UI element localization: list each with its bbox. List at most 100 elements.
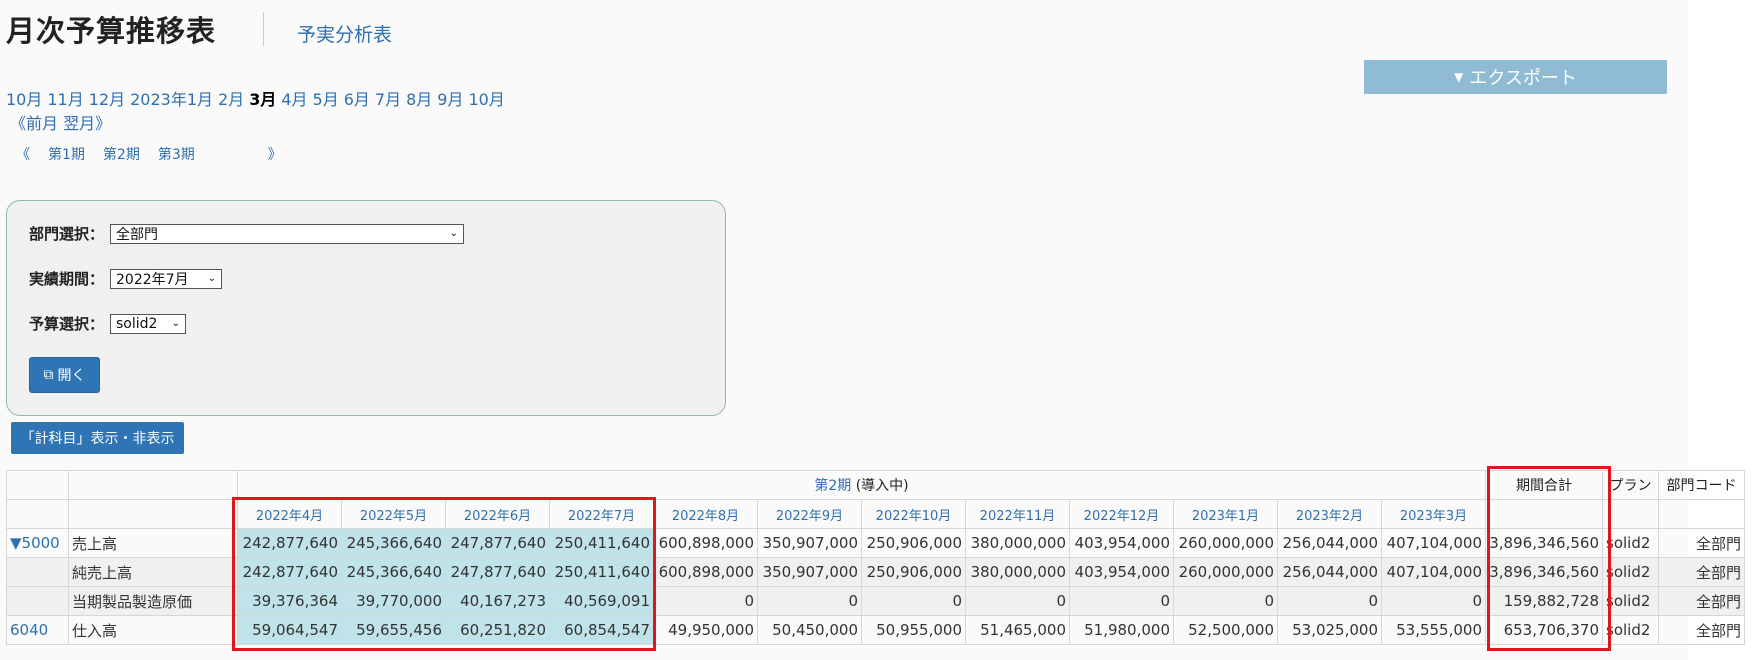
month-navigation: 10月 11月 12月 2023年1月 2月 3月 4月 5月 6月 7月 8月 9月 10月 (6, 86, 510, 110)
budget-value: solid2 (116, 315, 158, 332)
dept-code-cell: 全部門 (1658, 528, 1745, 558)
month-header[interactable]: 2022年12月 (1069, 499, 1174, 529)
account-code[interactable]: ▼5000 (6, 528, 69, 558)
export-button[interactable]: ▼ エクスポート (1364, 60, 1667, 94)
caret-down-icon: ▼ (1454, 70, 1464, 84)
month-header[interactable]: 2022年9月 (757, 499, 862, 529)
actual-period-row: 実績期間： 2022年7月 ⌄ (29, 268, 223, 289)
prev-month-link[interactable]: 《前月 (10, 114, 58, 133)
period-link[interactable]: 第3期 (158, 147, 195, 163)
month-value-cell: 50,450,000 (757, 615, 862, 645)
actual-period-label: 実績期間： (29, 270, 105, 288)
actual-period-value: 2022年7月 (116, 271, 189, 288)
department-value: 全部門 (116, 226, 159, 243)
month-header[interactable]: 2023年3月 (1381, 499, 1486, 529)
month-value-cell: 407,104,000 (1381, 557, 1486, 587)
toggle-subtotal-button[interactable]: 「計科目」表示・非表示 (11, 422, 184, 454)
month-value-cell: 60,854,547 (549, 615, 654, 645)
budget-table: 第2期 (導入中) 期間合計 プラン 部門コード 2022年4月 2022年5月… (6, 470, 1745, 645)
account-code (6, 557, 69, 587)
plan-cell: solid2 (1602, 586, 1659, 616)
month-header[interactable]: 2022年11月 (965, 499, 1070, 529)
header-blank (1602, 499, 1659, 529)
next-month-link[interactable]: 翌月》 (63, 114, 111, 133)
month-value-cell: 250,906,000 (861, 557, 966, 587)
table-row: 純売上高 242,877,640 245,366,640 247,877,640 250… (6, 557, 1745, 587)
month-header[interactable]: 2023年2月 (1277, 499, 1382, 529)
month-value-cell: 0 (1381, 586, 1486, 616)
budget-label: 予算選択： (29, 315, 105, 333)
month-header[interactable]: 2022年10月 (861, 499, 966, 529)
month-link[interactable]: 9月 (437, 90, 463, 109)
month-link[interactable]: 10月 (468, 90, 504, 109)
period-total-cell: 653,706,370 (1485, 615, 1603, 645)
period-total-cell: 3,896,346,560 (1485, 528, 1603, 558)
header-blank (1485, 499, 1603, 529)
budget-row: 予算選択： solid2 ⌄ (29, 313, 187, 334)
month-header[interactable]: 2022年5月 (341, 499, 446, 529)
month-header[interactable]: 2022年6月 (445, 499, 550, 529)
month-link[interactable]: 8月 (406, 90, 432, 109)
account-code: 6040 (6, 615, 69, 645)
period-next-link[interactable]: 》 (268, 147, 282, 163)
dept-header: 部門コード (1658, 470, 1745, 500)
header-blank (6, 499, 69, 529)
header-blank (1658, 499, 1745, 529)
department-select[interactable]: 全部門 ⌄ (110, 223, 465, 244)
open-button-label: 開く (57, 368, 86, 384)
month-value-cell: 53,025,000 (1277, 615, 1382, 645)
month-value-cell: 260,000,000 (1173, 528, 1278, 558)
month-value-cell: 52,500,000 (1173, 615, 1278, 645)
month-value-cell: 59,655,456 (341, 615, 446, 645)
month-link[interactable]: 7月 (375, 90, 401, 109)
month-link[interactable]: 11月 (47, 90, 83, 109)
period-prev-link[interactable]: 《 (16, 147, 30, 163)
period-header: 第2期 (導入中) (237, 470, 1486, 500)
prev-next-month: 《前月 翌月》 (10, 110, 111, 134)
chevron-down-icon: ⌄ (449, 228, 459, 239)
actual-period-select[interactable]: 2022年7月 ⌄ (110, 268, 223, 289)
account-name: 売上高 (68, 528, 238, 558)
month-link[interactable]: 2月 (218, 90, 244, 109)
period-link[interactable]: 第1期 (48, 147, 85, 163)
month-link[interactable]: 5月 (313, 90, 339, 109)
month-value-cell: 0 (653, 586, 758, 616)
budget-actual-analysis-link[interactable]: 予実分析表 (297, 20, 392, 47)
month-link[interactable]: 12月 (89, 90, 125, 109)
account-code (6, 586, 69, 616)
month-link[interactable]: 10月 (6, 90, 42, 109)
filter-panel: 部門選択： 全部門 ⌄ 実績期間： 2022年7月 ⌄ 予算選択： solid2… (6, 200, 726, 416)
period-link[interactable]: 第2期 (103, 147, 140, 163)
month-value-cell: 403,954,000 (1069, 528, 1174, 558)
table-row: 6040 仕入高 59,064,547 59,655,456 60,251,820 60,… (6, 615, 1745, 645)
month-value-cell: 0 (1069, 586, 1174, 616)
account-name: 仕入高 (68, 615, 238, 645)
month-value-cell: 0 (1277, 586, 1382, 616)
month-value-cell: 600,898,000 (653, 528, 758, 558)
month-header[interactable]: 2022年4月 (237, 499, 342, 529)
month-value-cell: 50,955,000 (861, 615, 966, 645)
month-value-cell: 0 (757, 586, 862, 616)
period-header-link[interactable]: 第2期 (814, 478, 851, 494)
budget-select[interactable]: solid2 ⌄ (110, 313, 187, 334)
month-link[interactable]: 2023年1月 (130, 90, 213, 109)
month-value-cell: 0 (1173, 586, 1278, 616)
dept-code-cell: 全部門 (1658, 615, 1745, 645)
month-value-cell: 350,907,000 (757, 528, 862, 558)
month-header[interactable]: 2022年8月 (653, 499, 758, 529)
open-button[interactable]: ⧉ 開く (29, 357, 100, 393)
month-value-cell: 256,044,000 (1277, 528, 1382, 558)
department-label: 部門選択： (29, 225, 105, 243)
month-header[interactable]: 2023年1月 (1173, 499, 1278, 529)
period-total-cell: 159,882,728 (1485, 586, 1603, 616)
header-blank (6, 470, 69, 500)
month-value-cell: 250,906,000 (861, 528, 966, 558)
month-link[interactable]: 6月 (344, 90, 370, 109)
month-link[interactable]: 4月 (281, 90, 307, 109)
month-value-cell: 242,877,640 (237, 528, 342, 558)
month-value-cell: 245,366,640 (341, 528, 446, 558)
dept-code-cell: 全部門 (1658, 586, 1745, 616)
month-value-cell: 51,465,000 (965, 615, 1070, 645)
account-name: 当期製品製造原価 (68, 586, 238, 616)
month-header[interactable]: 2022年7月 (549, 499, 654, 529)
